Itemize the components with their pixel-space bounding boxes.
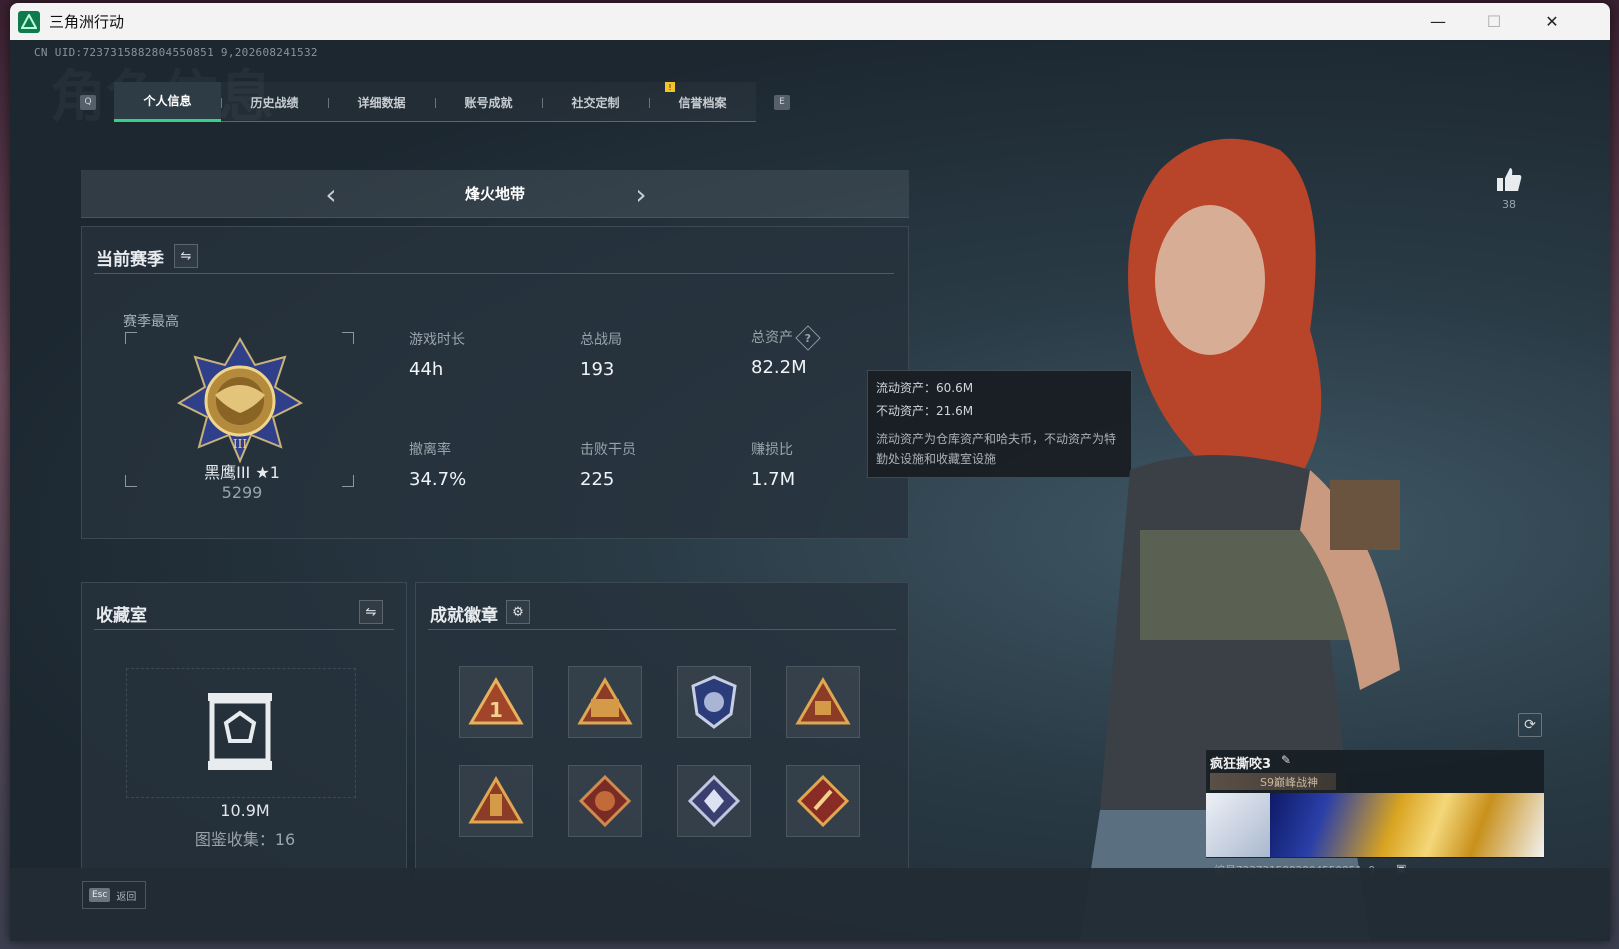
chevron-left-icon[interactable]: ‹ bbox=[316, 178, 346, 211]
soldiers-badge-icon[interactable] bbox=[568, 666, 642, 738]
season-title: 当前赛季 bbox=[96, 250, 164, 270]
frame-corner bbox=[125, 332, 137, 344]
tab-account-achievements[interactable]: 账号成就 bbox=[435, 82, 542, 122]
stat-label: 总战局 bbox=[580, 332, 622, 348]
card-banner bbox=[1270, 793, 1544, 857]
like-count: 38 bbox=[1502, 198, 1516, 211]
frame-corner bbox=[342, 475, 354, 487]
current-season-panel: 当前赛季 ⇋ 赛季最高 III 黑鹰III ★1 5299 游戏时长 44h 总… bbox=[81, 226, 909, 539]
divider bbox=[94, 273, 894, 274]
uid-label: CN UID:7237315882804550851 9,20260824153… bbox=[34, 46, 318, 59]
divider bbox=[428, 629, 896, 630]
tab-social-customize[interactable]: 社交定制 bbox=[542, 82, 649, 122]
mode-selector: ‹ 烽火地带 › bbox=[81, 170, 909, 218]
rank-name: 黑鹰III ★1 bbox=[204, 463, 280, 482]
badges-title: 成就徽章 bbox=[430, 606, 498, 626]
tab-bar: 个人信息 历史战绩 详细数据 账号成就 社交定制 信誉档案 ! bbox=[114, 82, 756, 122]
stat-label: 总资产 bbox=[751, 330, 793, 346]
app-logo-icon bbox=[18, 10, 40, 33]
esc-key-hint: Esc bbox=[89, 888, 111, 902]
chevron-right-icon[interactable]: › bbox=[626, 178, 656, 211]
stat-label: 游戏时长 bbox=[409, 332, 465, 348]
help-glyph: ? bbox=[804, 331, 812, 345]
stat-value: 82.2M bbox=[751, 357, 807, 378]
stat-label: 赚损比 bbox=[751, 442, 793, 458]
rank-badge-icon: III bbox=[175, 335, 305, 465]
stat-value: 193 bbox=[580, 359, 615, 380]
collection-value: 10.9M bbox=[220, 801, 270, 820]
player-name: 疯狂撕咬3 bbox=[1210, 757, 1272, 772]
tab-label: 个人信息 bbox=[143, 94, 192, 108]
s8-badge-icon[interactable] bbox=[786, 666, 860, 738]
maximize-button[interactable]: ☐ bbox=[1466, 3, 1522, 40]
stat-extraction-rate: 撤离率 34.7% bbox=[409, 439, 466, 490]
minimize-button[interactable]: — bbox=[1410, 3, 1466, 40]
rank-1-badge-icon[interactable]: 1 bbox=[459, 666, 533, 738]
svg-text:1: 1 bbox=[489, 698, 503, 722]
app-window: 三角洲行动 — ☐ ✕ 角色信息 CN UID:7237315882804550… bbox=[10, 3, 1610, 941]
settings-icon[interactable]: ⚙ bbox=[506, 600, 530, 624]
notice-badge: ! bbox=[665, 82, 675, 92]
tab-label: 信誉档案 bbox=[678, 95, 727, 110]
window-title: 三角洲行动 bbox=[49, 13, 125, 31]
swap-icon[interactable]: ⇋ bbox=[359, 600, 383, 624]
tab-personal-info[interactable]: 个人信息 bbox=[114, 82, 221, 122]
stat-total-matches: 总战局 193 bbox=[580, 329, 622, 380]
collection-title: 收藏室 bbox=[96, 606, 147, 626]
title-bar: 三角洲行动 — ☐ ✕ bbox=[10, 3, 1610, 40]
achievement-badges-panel: 成就徽章 ⚙ 1 bbox=[415, 582, 909, 879]
stat-label: 撤离率 bbox=[409, 442, 451, 458]
tab-label: 账号成就 bbox=[464, 95, 513, 110]
tab-label: 历史战绩 bbox=[250, 95, 299, 110]
divider bbox=[94, 629, 394, 630]
swap-icon[interactable]: ⇋ bbox=[174, 244, 198, 268]
edit-icon[interactable]: ✎ bbox=[1281, 753, 1291, 767]
svg-text:III: III bbox=[233, 437, 247, 451]
stat-operators-defeated: 击败干员 225 bbox=[580, 439, 636, 490]
tab-label: 社交定制 bbox=[571, 95, 620, 110]
crystal-badge-icon[interactable] bbox=[677, 765, 751, 837]
stat-value: 44h bbox=[409, 359, 444, 380]
refresh-icon[interactable]: ⟳ bbox=[1518, 713, 1542, 737]
next-tab-key-hint[interactable]: E bbox=[774, 94, 790, 110]
rank-score: 5299 bbox=[221, 483, 263, 502]
stat-profit-loss: 赚损比 1.7M bbox=[751, 439, 795, 490]
vault-icon bbox=[206, 691, 274, 777]
shield-badge-icon[interactable] bbox=[677, 666, 751, 738]
collection-count: 图鉴收集：16 bbox=[194, 830, 296, 849]
stat-value: 1.7M bbox=[751, 469, 796, 490]
back-label: 返回 bbox=[116, 891, 137, 903]
avatar bbox=[1206, 793, 1270, 857]
tab-label: 详细数据 bbox=[357, 95, 406, 110]
season-best-label: 赛季最高 bbox=[123, 314, 179, 330]
tab-match-history[interactable]: 历史战绩 bbox=[221, 82, 328, 122]
close-button[interactable]: ✕ bbox=[1524, 3, 1580, 40]
thumbs-up-icon[interactable] bbox=[1494, 165, 1524, 195]
player-card[interactable]: 疯狂撕咬3 ✎ S9巅峰战神 bbox=[1206, 750, 1544, 858]
dragon-badge-icon[interactable] bbox=[568, 765, 642, 837]
tower-badge-icon[interactable] bbox=[459, 765, 533, 837]
player-title: S9巅峰战神 bbox=[1260, 776, 1318, 789]
help-icon[interactable]: ? bbox=[795, 325, 821, 351]
tab-detailed-data[interactable]: 详细数据 bbox=[328, 82, 435, 122]
stat-label: 击败干员 bbox=[580, 442, 636, 458]
game-content: 角色信息 CN UID:7237315882804550851 9,202608… bbox=[10, 40, 1610, 941]
back-button[interactable]: Esc 返回 bbox=[82, 881, 146, 909]
collection-room-panel: 收藏室 ⇋ 10.9M 图鉴收集：16 bbox=[81, 582, 407, 879]
frame-corner bbox=[342, 332, 354, 344]
mode-title: 烽火地带 bbox=[464, 185, 525, 203]
stat-total-assets: 总资产? 82.2M bbox=[751, 325, 821, 378]
stat-label-wrap: 总资产? bbox=[751, 325, 821, 351]
stat-value: 34.7% bbox=[409, 469, 467, 490]
stat-play-time: 游戏时长 44h bbox=[409, 329, 465, 380]
feather-badge-icon[interactable] bbox=[786, 765, 860, 837]
frame-corner bbox=[125, 475, 137, 487]
tab-navigation: Q 个人信息 历史战绩 详细数据 账号成就 社交定制 信誉档案 ! E bbox=[80, 82, 790, 122]
prev-tab-key-hint[interactable]: Q bbox=[80, 94, 96, 110]
stat-value: 225 bbox=[580, 469, 615, 490]
bottom-bar: Esc 返回 bbox=[10, 868, 1610, 941]
